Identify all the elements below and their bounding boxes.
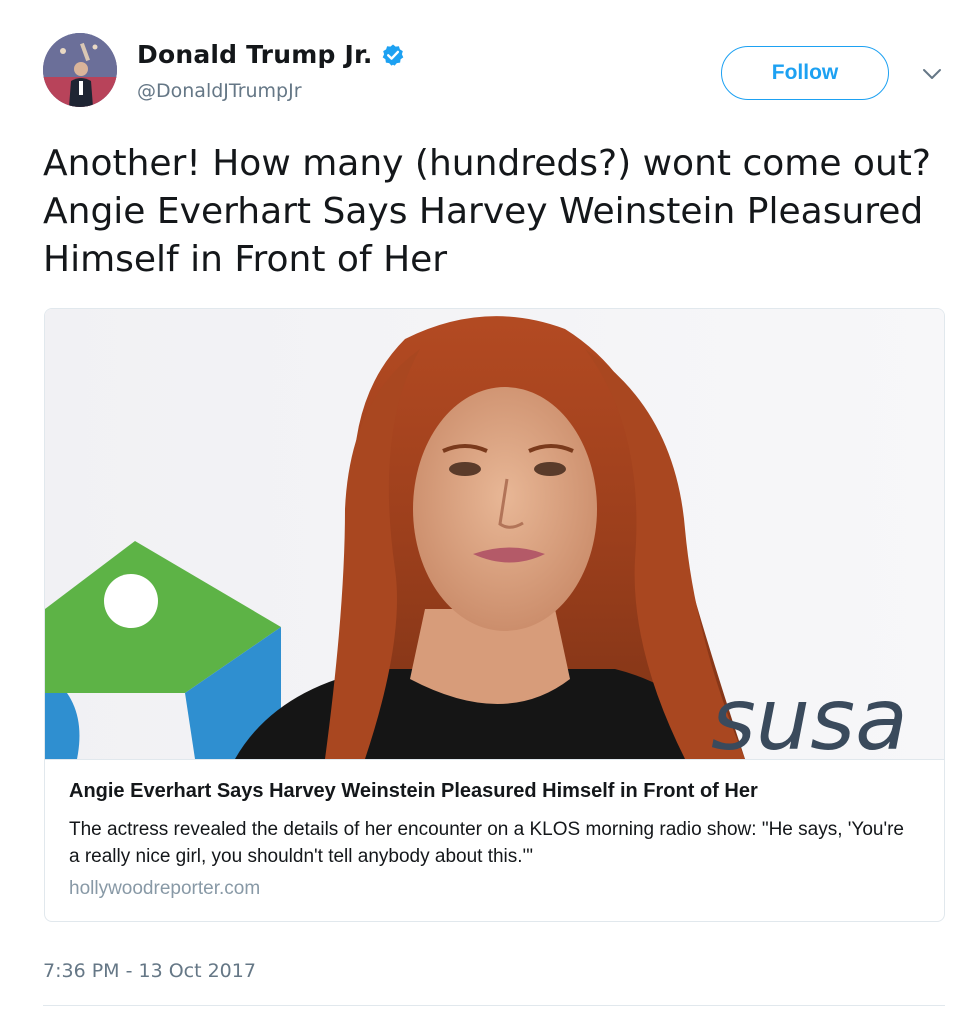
card-image[interactable]: susa — [45, 309, 944, 759]
card-body: Angie Everhart Says Harvey Weinstein Ple… — [45, 759, 944, 921]
tweet-text: Another! How many (hundreds?) wont come … — [43, 143, 931, 280]
article-photo: susa — [45, 309, 944, 759]
link-card[interactable]: susa Angie Everhart Says Harvey Weinstei… — [44, 308, 945, 922]
card-description: The actress revealed the details of her … — [69, 819, 904, 867]
card-title[interactable]: Angie Everhart Says Harvey Weinstein Ple… — [69, 780, 758, 803]
card-domain: hollywoodreporter.com — [69, 878, 261, 899]
backdrop-lettering: susa — [711, 670, 908, 759]
verified-icon — [381, 43, 405, 67]
avatar[interactable] — [43, 33, 117, 107]
author-name-row: Donald Trump Jr. — [137, 40, 405, 69]
display-name[interactable]: Donald Trump Jr. — [137, 40, 373, 69]
timestamp[interactable]: 7:36 PM - 13 Oct 2017 — [43, 960, 256, 982]
handle[interactable]: @DonaldJTrumpJr — [137, 80, 302, 102]
divider — [43, 1005, 945, 1006]
chevron-down-icon[interactable] — [920, 64, 944, 84]
follow-button[interactable]: Follow — [721, 46, 889, 100]
profile-photo — [43, 33, 117, 107]
tweet: Donald Trump Jr. @DonaldJTrumpJr Follow … — [0, 0, 980, 1010]
